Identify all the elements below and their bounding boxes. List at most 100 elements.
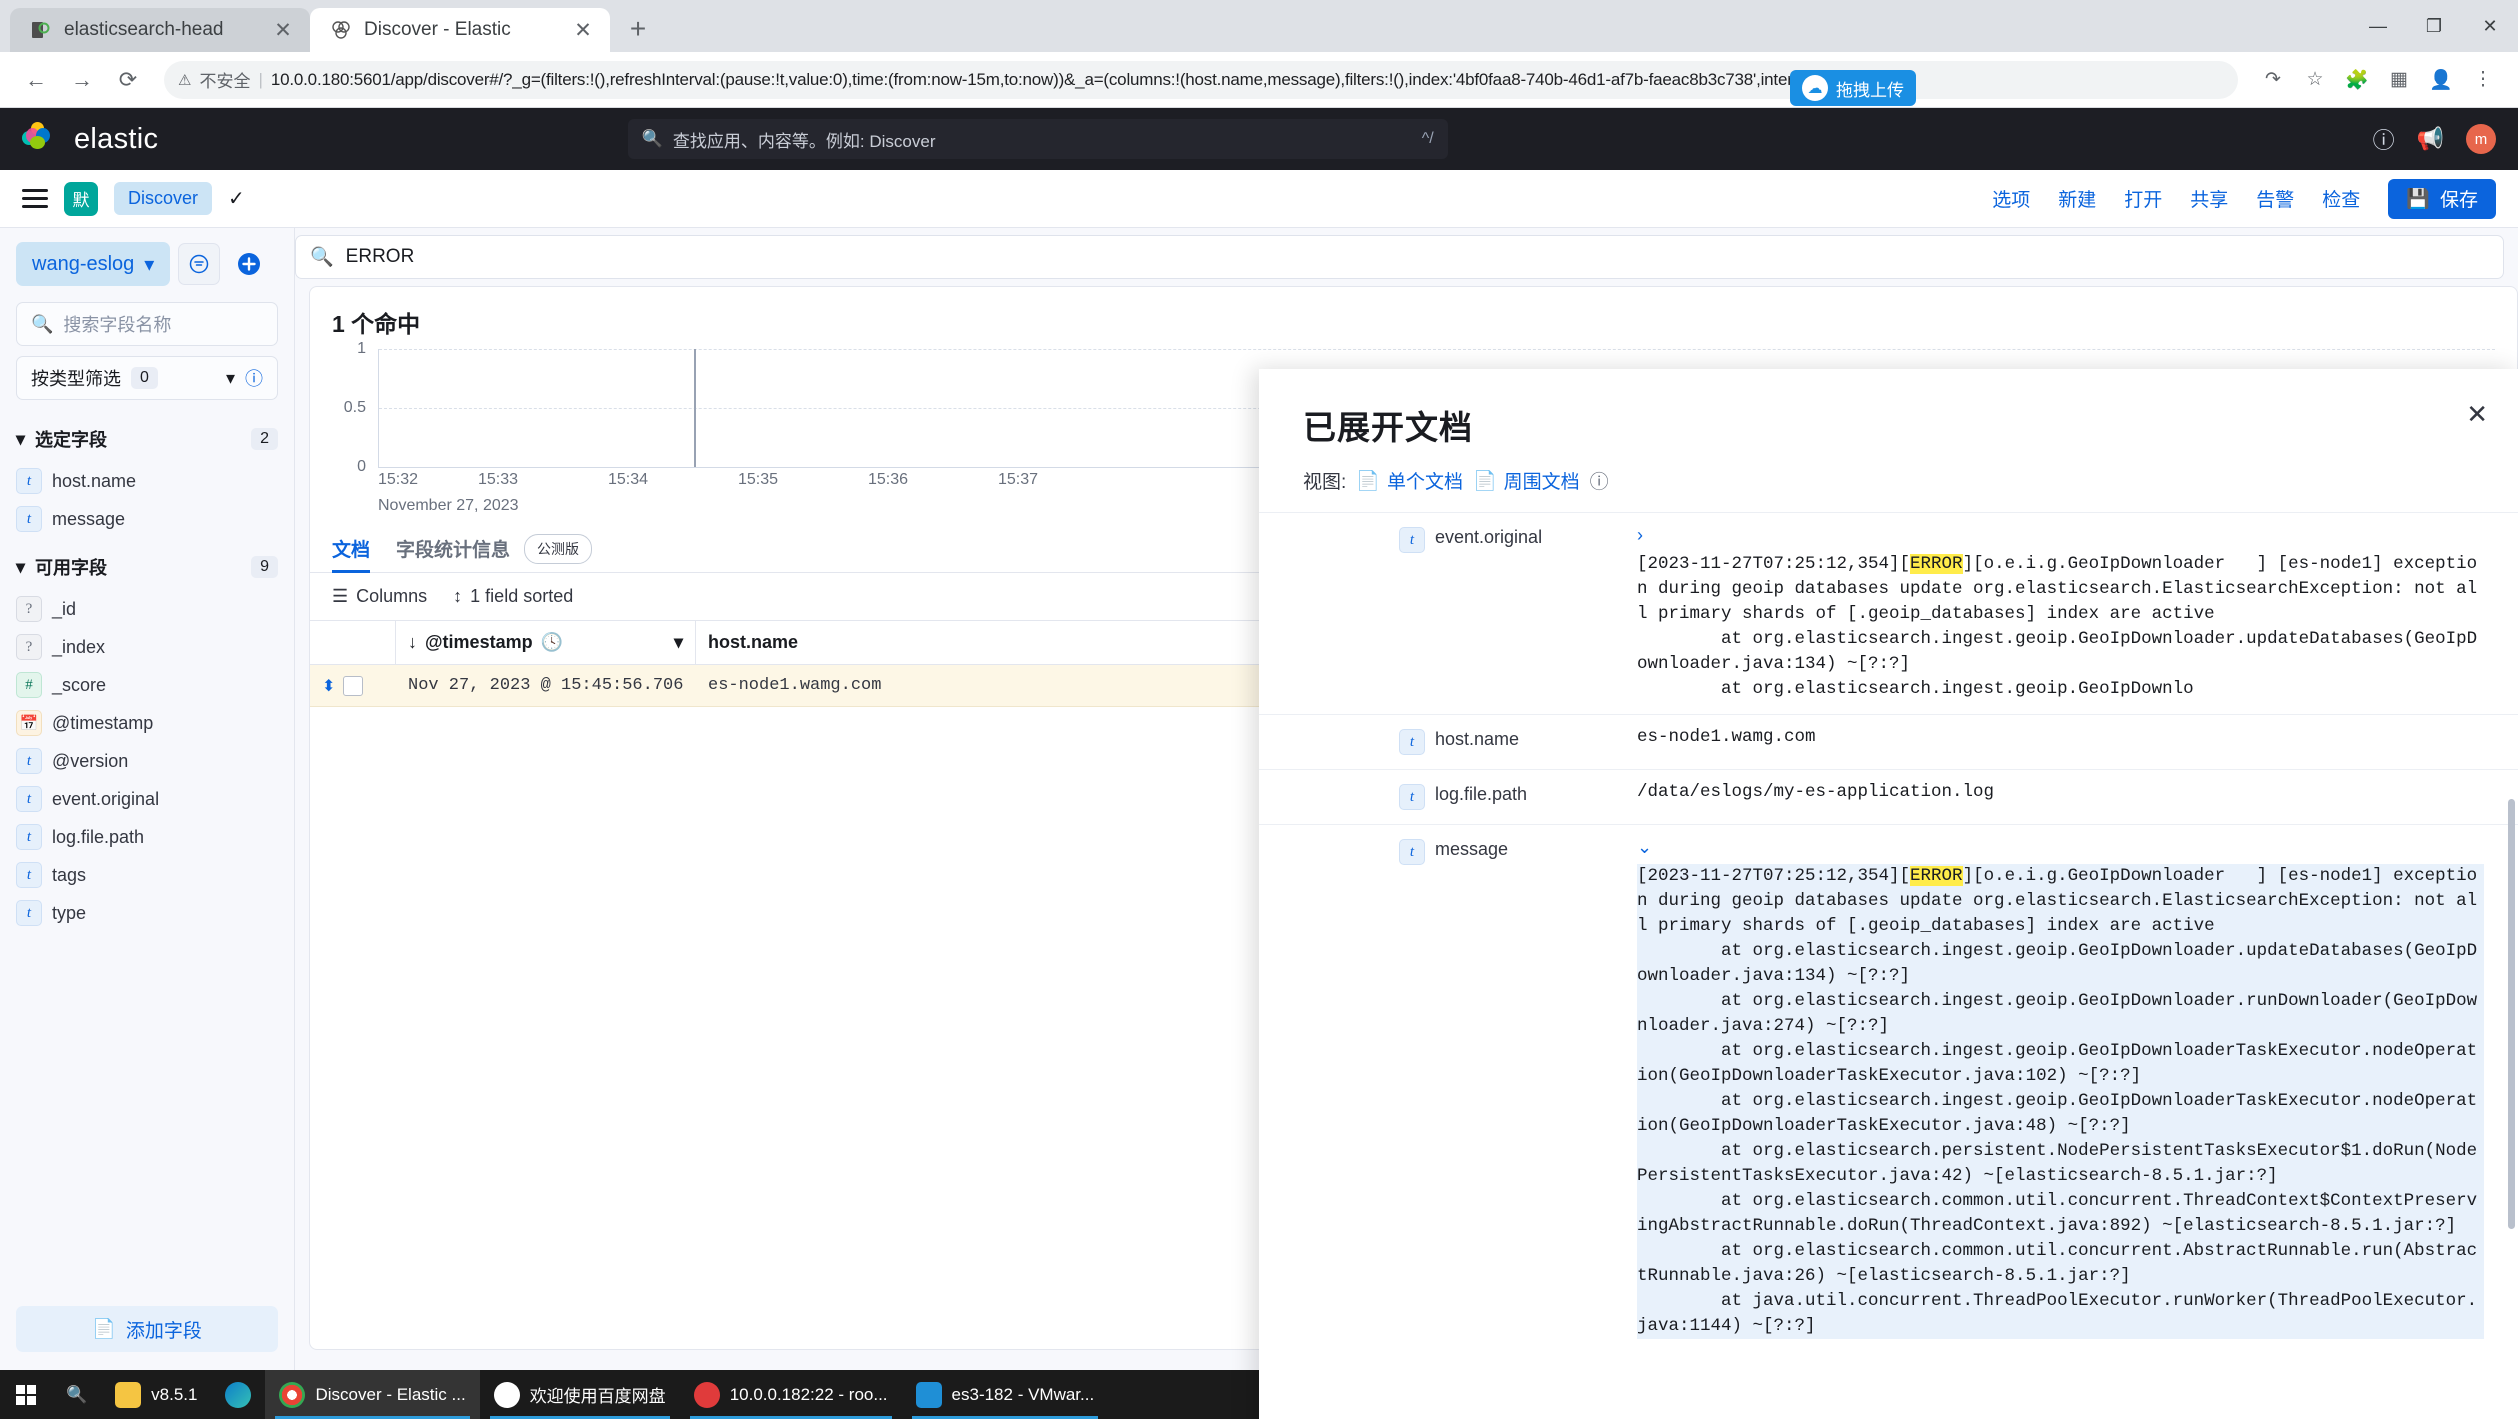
tab-documents[interactable]: 文档 [332,525,371,573]
sidebar-field-event-original[interactable]: t event.original [16,780,278,818]
question-circle-icon[interactable]: ⓘ [1590,467,1609,494]
nav-link-options[interactable]: 选项 [1992,185,2030,212]
sidebar-field-_score[interactable]: # _score [16,666,278,704]
address-bar[interactable]: ⚠ 不安全 | 10.0.0.180:5601/app/discover#/?_… [164,60,2238,99]
x-tick-label: 15:32 [378,471,419,488]
space-badge[interactable]: 默 [64,181,98,216]
field-value-message: [2023-11-27T07:25:12,354][ERROR][o.e.i.g… [1637,864,2484,1339]
field-label: _id [52,598,77,619]
extensions-icon[interactable]: 🧩 [2338,61,2376,99]
nav-link-share[interactable]: 共享 [2190,185,2228,212]
taskbar-item-vmware[interactable]: es3-182 - VMwar... [902,1370,1109,1419]
close-icon[interactable]: ✕ [570,17,596,43]
info-icon[interactable]: ⓘ [245,365,263,391]
taskbar-item-edge[interactable] [211,1370,265,1419]
close-icon[interactable]: ✕ [270,17,296,43]
sidebar-field-log-file-path[interactable]: t log.file.path [16,818,278,856]
browser-tabstrip: elasticsearch-head ✕ Discover - Elastic … [0,0,2518,52]
bookmark-star-icon[interactable]: ☆ [2296,61,2334,99]
search-input[interactable]: 🔍 ERROR [295,235,2504,279]
collapse-value-icon[interactable]: ⌄ [1637,837,2484,858]
sidebar-field-version[interactable]: t @version [16,742,278,780]
field-value-host-name: es-node1.wamg.com [1637,727,1816,747]
nav-link-open[interactable]: 打开 [2124,185,2162,212]
sidebar-field-host-name[interactable]: t host.name [16,462,278,500]
expand-document-icon[interactable]: ⬍ [322,676,335,696]
announcement-icon[interactable]: 📢 [2417,126,2444,152]
data-view-selector[interactable]: wang-eslog ▾ [16,242,171,286]
divider: | [258,69,263,89]
global-search-input[interactable]: 🔍 查找应用、内容等。例如: Discover ^/ [627,119,1448,159]
start-button[interactable] [0,1370,52,1419]
window-minimize-button[interactable]: — [2350,0,2406,52]
histogram-bar[interactable] [694,349,696,467]
browser-tab-title: Discover - Elastic [364,19,511,40]
sidebar-field-_id[interactable]: ? _id [16,590,278,628]
add-field-button[interactable]: 📄 添加字段 [16,1306,278,1352]
nav-link-alerts[interactable]: 告警 [2256,185,2294,212]
x-tick-label: 15:35 [738,471,779,488]
document-row-log-file-path: t log.file.path /data/eslogs/my-es-appli… [1259,769,2518,824]
sidepanel-icon[interactable]: ▦ [2380,61,2418,99]
link-single-document[interactable]: 📄 单个文档 [1356,467,1463,494]
field-group-header[interactable]: ▾ 可用字段 9 [16,544,278,590]
row-checkbox[interactable] [343,675,364,696]
flyout-scrollbar[interactable] [2508,799,2515,1229]
columns-button[interactable]: ☰ Columns [332,586,427,607]
tab-field-statistics[interactable]: 字段统计信息 公测版 [396,525,593,573]
breadcrumb[interactable]: Discover [114,182,213,215]
elastic-icon [330,19,352,41]
sort-button[interactable]: ↕ 1 field sorted [453,586,573,607]
window-close-button[interactable]: ✕ [2462,0,2518,52]
avatar[interactable]: m [2466,124,2496,154]
taskbar-item-baidu[interactable]: 欢迎使用百度网盘 [480,1370,680,1419]
taskbar-item-v851[interactable]: v8.5.1 [101,1370,211,1419]
share-icon[interactable]: ↷ [2254,61,2292,99]
new-tab-button[interactable]: + [618,9,658,49]
field-type-icon: ? [16,634,42,660]
folder-icon [115,1381,142,1408]
nav-link-inspect[interactable]: 检查 [2322,185,2360,212]
sidebar-field-tags[interactable]: t tags [16,856,278,894]
grid-header-label: @timestamp [425,632,533,652]
field-type-icon: t [16,468,42,494]
field-label: tags [52,864,87,885]
upload-pill[interactable]: ☁ 拖拽上传 [1790,70,1916,106]
sidebar-field-timestamp[interactable]: 📅 @timestamp [16,704,278,742]
profile-icon[interactable]: 👤 [2422,61,2460,99]
browser-tab-elasticsearch-head[interactable]: elasticsearch-head ✕ [10,8,310,52]
taskbar-search-button[interactable]: 🔍 [52,1370,101,1419]
menu-toggle-button[interactable] [22,189,48,208]
back-icon[interactable]: ← [16,60,56,100]
window-maximize-button[interactable]: ❐ [2406,0,2462,52]
field-search-input[interactable]: 🔍 搜索字段名称 [16,302,278,346]
reload-icon[interactable]: ⟳ [108,60,148,100]
window-controls: — ❐ ✕ [2350,0,2518,52]
type-filter-label: 按类型筛选 [31,369,121,389]
sidebar-field-type[interactable]: t type [16,894,278,932]
sidebar-field-_index[interactable]: ? _index [16,628,278,666]
browser-tab-discover[interactable]: Discover - Elastic ✕ [310,8,610,52]
grid-header-select [310,621,396,664]
edge-icon [225,1381,252,1408]
chevron-down-icon[interactable]: ▾ [674,632,683,653]
add-data-view-button[interactable] [228,243,270,285]
save-button[interactable]: 💾 保存 [2388,178,2496,219]
field-filter-button[interactable] [178,243,221,285]
close-icon[interactable]: ✕ [2466,399,2488,430]
taskbar-item-chrome[interactable]: Discover - Elastic ... [265,1370,480,1419]
field-group-header[interactable]: ▾ 选定字段 2 [16,416,278,462]
field-type-icon: t [16,786,42,812]
field-type-filter[interactable]: 按类型筛选 0 ▾ ⓘ [16,356,278,400]
link-surrounding-documents[interactable]: 📄 周围文档 [1473,467,1580,494]
sidebar-field-message[interactable]: t message [16,500,278,538]
nav-link-new[interactable]: 新建 [2058,185,2096,212]
forward-icon[interactable]: → [62,60,102,100]
expand-value-icon[interactable]: › [1637,525,2484,546]
help-icon[interactable]: ⓘ [2373,123,2395,155]
browser-menu-icon[interactable]: ⋮ [2464,61,2502,99]
grid-header-timestamp[interactable]: ↓ @timestamp 🕓 ▾ [396,621,696,664]
chevron-down-icon: ▾ [16,428,26,449]
taskbar-item-xshell[interactable]: 10.0.0.182:22 - roo... [680,1370,902,1419]
x-tick-label: 15:36 [868,471,909,488]
